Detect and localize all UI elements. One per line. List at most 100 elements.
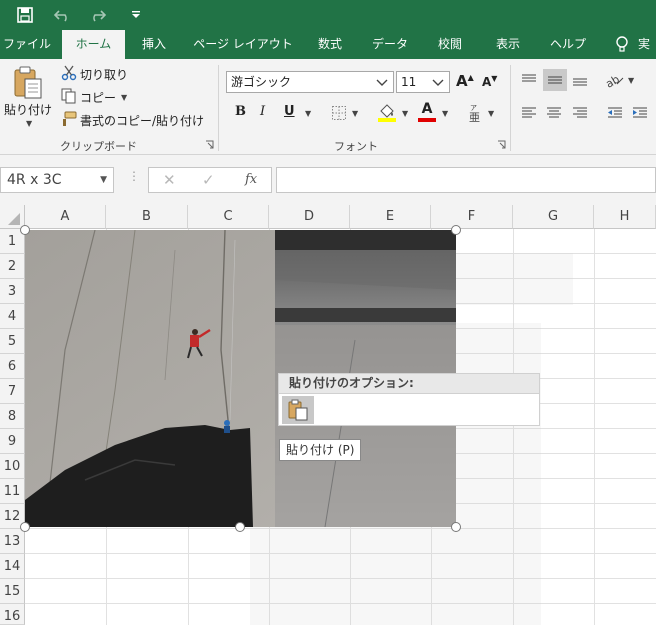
copy-icon[interactable] <box>60 88 78 104</box>
font-size-combo[interactable]: 11 <box>396 71 450 93</box>
worksheet-grid[interactable]: A B C D E F G H 1 2 3 4 5 6 7 8 9 10 11 … <box>0 205 656 625</box>
save-icon[interactable] <box>12 4 38 26</box>
scissors-icon[interactable] <box>60 65 78 81</box>
row-header[interactable]: 13 <box>0 529 25 554</box>
grow-font-icon[interactable]: A▲ <box>456 72 474 90</box>
copy-dropdown-icon[interactable]: ▼ <box>121 93 127 102</box>
row-header[interactable]: 15 <box>0 579 25 604</box>
ribbon-separator <box>510 65 511 151</box>
format-painter-button[interactable]: 書式のコピー/貼り付け <box>80 112 204 129</box>
align-middle-icon[interactable] <box>543 69 567 91</box>
tab-help[interactable]: ヘルプ <box>542 30 594 59</box>
format-painter-icon[interactable] <box>60 111 78 127</box>
row-header[interactable]: 7 <box>0 379 25 404</box>
chevron-down-icon[interactable]: ▼ <box>100 168 107 192</box>
tab-review[interactable]: 校閲 <box>426 30 474 59</box>
column-header[interactable]: F <box>431 205 513 229</box>
underline-dropdown-icon[interactable]: ▼ <box>305 109 311 118</box>
tab-home[interactable]: ホーム <box>62 30 125 59</box>
column-header[interactable]: E <box>350 205 431 229</box>
paste-icon <box>288 399 308 421</box>
lightbulb-icon[interactable] <box>612 30 632 59</box>
column-header[interactable]: B <box>106 205 188 229</box>
align-bottom-icon[interactable] <box>569 69 591 91</box>
row-header[interactable]: 8 <box>0 404 25 429</box>
undo-icon[interactable] <box>48 4 78 26</box>
more-options-icon[interactable]: ⋮ <box>128 169 140 183</box>
resize-handle[interactable] <box>235 522 245 532</box>
resize-handle[interactable] <box>451 522 461 532</box>
bold-button[interactable]: B <box>235 104 246 119</box>
paste-icon[interactable] <box>8 65 48 101</box>
align-left-icon[interactable] <box>518 103 540 123</box>
tab-formulas[interactable]: 数式 <box>306 30 354 59</box>
resize-handle[interactable] <box>20 225 30 235</box>
tab-view[interactable]: 表示 <box>484 30 532 59</box>
customize-qat-icon[interactable] <box>126 4 146 26</box>
chevron-down-icon[interactable] <box>431 72 445 98</box>
dialog-launcher-icon[interactable] <box>204 139 214 149</box>
phonetic-dropdown-icon[interactable]: ▼ <box>488 109 494 118</box>
insert-function-button[interactable]: fx <box>245 172 257 187</box>
fill-color-icon[interactable] <box>376 101 398 123</box>
formula-input[interactable] <box>276 167 656 193</box>
tab-insert[interactable]: 挿入 <box>132 30 176 59</box>
enter-icon[interactable]: ✓ <box>202 171 215 189</box>
underline-button[interactable]: U <box>284 104 295 119</box>
cancel-icon[interactable]: ✕ <box>163 171 176 189</box>
name-box[interactable]: 4R x 3C ▼ <box>0 167 114 193</box>
font-group-label: フォント <box>334 140 378 153</box>
chevron-down-icon[interactable] <box>375 72 389 98</box>
orientation-icon[interactable]: ab <box>604 69 626 91</box>
align-top-icon[interactable] <box>518 69 540 91</box>
cut-button[interactable]: 切り取り <box>80 66 128 83</box>
font-size-value: 11 <box>401 75 417 89</box>
borders-dropdown-icon[interactable]: ▼ <box>352 109 358 118</box>
align-center-icon[interactable] <box>543 103 565 123</box>
orientation-dropdown-icon[interactable]: ▼ <box>628 76 634 85</box>
formula-bar: 4R x 3C ▼ ⋮ ✕ ✓ fx <box>0 155 656 205</box>
borders-icon[interactable] <box>330 104 348 122</box>
phonetic-guide-icon[interactable]: ア亜 <box>466 103 484 123</box>
align-right-icon[interactable] <box>569 103 591 123</box>
italic-button[interactable]: I <box>260 104 265 119</box>
copy-button[interactable]: コピー <box>80 89 116 106</box>
font-color-icon[interactable]: A <box>416 101 438 123</box>
column-header[interactable]: H <box>594 205 656 229</box>
column-header[interactable]: D <box>269 205 350 229</box>
increase-indent-icon[interactable] <box>629 103 651 123</box>
fill-color-dropdown-icon[interactable]: ▼ <box>402 109 408 118</box>
tab-tell-me[interactable]: 実 <box>632 30 656 59</box>
row-header[interactable]: 2 <box>0 254 25 279</box>
tab-file[interactable]: ファイル <box>0 30 54 59</box>
row-header[interactable]: 3 <box>0 279 25 304</box>
row-header[interactable]: 14 <box>0 554 25 579</box>
paste-option-button[interactable] <box>282 396 314 424</box>
decrease-indent-icon[interactable] <box>604 103 626 123</box>
formula-buttons: ✕ ✓ fx <box>148 167 272 193</box>
paste-dropdown-icon[interactable]: ▼ <box>26 119 32 128</box>
row-header[interactable]: 9 <box>0 429 25 454</box>
row-header[interactable]: 10 <box>0 454 25 479</box>
svg-text:ab: ab <box>605 73 622 88</box>
resize-handle[interactable] <box>20 522 30 532</box>
tab-data[interactable]: データ <box>362 30 418 59</box>
tab-page-layout[interactable]: ページ レイアウト <box>188 30 298 59</box>
column-header[interactable]: G <box>513 205 594 229</box>
resize-handle[interactable] <box>451 225 461 235</box>
dialog-launcher-icon[interactable] <box>496 139 506 149</box>
font-name-combo[interactable]: 游ゴシック <box>226 71 394 93</box>
column-header[interactable]: C <box>188 205 269 229</box>
redo-icon[interactable] <box>82 4 112 26</box>
row-header[interactable]: 4 <box>0 304 25 329</box>
row-header[interactable]: 5 <box>0 329 25 354</box>
row-header[interactable]: 16 <box>0 604 25 625</box>
shrink-font-icon[interactable]: A▼ <box>482 74 497 89</box>
font-color-dropdown-icon[interactable]: ▼ <box>442 109 448 118</box>
paste-button[interactable]: 貼り付け <box>4 101 52 118</box>
row-header[interactable]: 11 <box>0 479 25 504</box>
ribbon-tabs: ファイル ホーム 挿入 ページ レイアウト 数式 データ 校閲 表示 ヘルプ 実 <box>0 30 656 59</box>
ribbon-home: 貼り付け ▼ 切り取り コピー ▼ 書式のコピー/貼り付け クリップボード 游ゴ… <box>0 59 656 155</box>
row-header[interactable]: 6 <box>0 354 25 379</box>
column-header[interactable]: A <box>25 205 106 229</box>
